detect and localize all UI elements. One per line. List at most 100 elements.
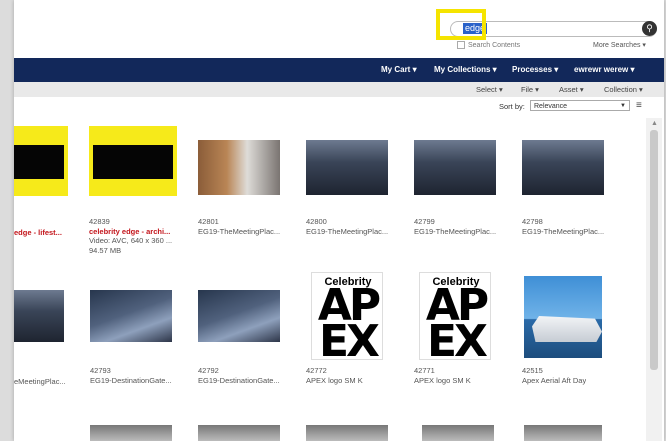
asset-id: 42772 <box>306 366 327 375</box>
asset-caption: 42772 APEX logo SM K <box>306 366 363 385</box>
search-within-option[interactable]: Search Contents <box>457 41 520 49</box>
search-highlight-box <box>436 9 486 40</box>
asset-thumbnail[interactable] <box>198 425 280 441</box>
asset-thumbnail[interactable] <box>198 290 280 342</box>
asset-thumbnail[interactable] <box>90 290 172 342</box>
scrollbar-thumb[interactable] <box>650 130 658 370</box>
asset-thumbnail[interactable] <box>524 276 602 358</box>
sort-select[interactable]: Relevance ▼ <box>530 100 630 111</box>
nav-user-menu[interactable]: ewrewr werew ▾ <box>574 65 635 74</box>
main-nav-bar: My Cart ▾ My Collections ▾ Processes ▾ e… <box>14 58 664 82</box>
sort-order-icon[interactable]: ≡ <box>636 101 642 111</box>
asset-title[interactable]: EG19-TheMeetingPlac... <box>414 227 496 237</box>
more-searches-link[interactable]: More Searches ▾ <box>593 41 646 49</box>
sort-row: Sort by: Relevance ▼ ≡ <box>14 97 664 117</box>
apex-logo-thumbnail[interactable]: Celebrity AP EX <box>420 273 490 360</box>
search-within-checkbox[interactable] <box>457 41 465 49</box>
asset-tile[interactable] <box>90 290 172 342</box>
asset-title[interactable]: EG19-TheMeetingPlac... <box>522 227 604 237</box>
asset-thumbnail[interactable] <box>306 140 388 195</box>
nav-my-collections[interactable]: My Collections ▾ <box>434 65 497 74</box>
sort-label: Sort by: <box>499 102 525 111</box>
asset-thumbnail[interactable] <box>306 425 388 441</box>
nav-my-collections-label: My Collections <box>434 65 491 74</box>
nav-my-cart[interactable]: My Cart ▾ <box>381 65 417 74</box>
asset-caption: 42800 EG19-TheMeetingPlac... <box>306 217 388 236</box>
asset-title[interactable]: EG19-DestinationGate... <box>90 376 172 386</box>
asset-caption: 42799 EG19-TheMeetingPlac... <box>414 217 496 236</box>
asset-thumbnail[interactable] <box>422 425 494 441</box>
asset-tile[interactable] <box>89 126 177 196</box>
asset-thumbnail[interactable] <box>89 126 177 196</box>
asset-caption: 42798 EG19-TheMeetingPlac... <box>522 217 604 236</box>
asset-tile[interactable] <box>198 290 280 342</box>
asset-tile[interactable] <box>14 290 64 342</box>
menu-asset-label: Asset <box>559 85 578 94</box>
asset-tile[interactable]: Celebrity AP EX <box>419 272 491 360</box>
asset-title[interactable]: Apex Aerial Aft Day <box>522 376 586 386</box>
asset-id: 42515 <box>522 366 543 375</box>
asset-detail: Video: AVC, 640 x 360 ... <box>89 236 173 245</box>
scroll-up-icon[interactable]: ▲ <box>651 120 658 127</box>
asset-title[interactable]: celebrity edge - archi... <box>89 227 172 237</box>
asset-thumbnail[interactable] <box>198 140 280 195</box>
asset-title[interactable]: edge - lifest... <box>14 228 62 237</box>
asset-title[interactable]: EG19-TheMeetingPlac... <box>306 227 388 237</box>
asset-caption: 42515 Apex Aerial Aft Day <box>522 366 586 385</box>
asset-id: 42771 <box>414 366 435 375</box>
asset-caption: 42771 APEX logo SM K <box>414 366 471 385</box>
menu-file[interactable]: File ▾ <box>521 85 539 94</box>
asset-tile[interactable] <box>14 126 68 196</box>
asset-tile[interactable] <box>414 140 496 195</box>
sort-value: Relevance <box>534 103 568 110</box>
apex-logo-line2: EX <box>427 316 488 360</box>
asset-caption: eMeetingPlac... <box>14 377 66 387</box>
asset-title[interactable]: EG19-TheMeetingPlac... <box>198 227 280 237</box>
asset-title[interactable]: EG19-DestinationGate... <box>198 376 280 386</box>
asset-id: 42798 <box>522 217 543 226</box>
asset-thumbnail[interactable] <box>14 290 64 342</box>
asset-id: 42800 <box>306 217 327 226</box>
asset-id: 42839 <box>89 217 110 226</box>
asset-thumbnail[interactable] <box>524 425 602 441</box>
action-toolbar: Select ▾ File ▾ Asset ▾ Collection ▾ <box>14 82 664 98</box>
menu-select-label: Select <box>476 85 497 94</box>
asset-caption: 42839 celebrity edge - archi... Video: A… <box>89 217 172 255</box>
asset-thumbnail[interactable] <box>90 425 172 441</box>
nav-processes-label: Processes <box>512 65 553 74</box>
asset-id: 42793 <box>90 366 111 375</box>
more-searches-label: More Searches <box>593 42 641 49</box>
asset-thumbnail[interactable] <box>522 140 604 195</box>
chevron-down-icon: ▼ <box>620 103 626 109</box>
apex-logo-thumbnail[interactable]: Celebrity AP EX <box>312 273 382 360</box>
asset-tile[interactable] <box>522 140 604 195</box>
asset-caption: edge - lifest... <box>14 228 62 238</box>
asset-tile[interactable]: Celebrity AP EX <box>311 272 383 360</box>
asset-title[interactable]: APEX logo SM K <box>414 376 471 386</box>
menu-collection[interactable]: Collection ▾ <box>604 85 643 94</box>
asset-thumbnail[interactable] <box>414 140 496 195</box>
menu-collection-label: Collection <box>604 85 637 94</box>
asset-caption: 42801 EG19-TheMeetingPlac... <box>198 217 280 236</box>
menu-select[interactable]: Select ▾ <box>476 85 503 94</box>
menu-file-label: File <box>521 85 534 94</box>
asset-tile[interactable] <box>306 140 388 195</box>
nav-processes[interactable]: Processes ▾ <box>512 65 558 74</box>
asset-caption: 42792 EG19-DestinationGate... <box>198 366 280 385</box>
asset-id: 42801 <box>198 217 219 226</box>
asset-caption: 42793 EG19-DestinationGate... <box>90 366 172 385</box>
asset-title[interactable]: APEX logo SM K <box>306 376 363 386</box>
header-area: edge ⚲ Search Contents More Searches ▾ <box>14 0 664 58</box>
apex-logo-line2: EX <box>319 316 380 360</box>
vertical-scrollbar[interactable]: ▲ <box>646 118 662 441</box>
asset-size: 94.57 MB <box>89 245 122 255</box>
menu-asset[interactable]: Asset ▾ <box>559 85 584 94</box>
asset-thumbnail[interactable] <box>14 126 68 196</box>
asset-title[interactable]: eMeetingPlac... <box>14 377 66 386</box>
search-icon[interactable]: ⚲ <box>642 21 657 36</box>
asset-tile[interactable] <box>198 140 280 195</box>
dam-window: edge ⚲ Search Contents More Searches ▾ M… <box>14 0 664 441</box>
asset-tile[interactable] <box>524 276 602 358</box>
search-within-label: Search Contents <box>468 41 521 49</box>
nav-user-label: ewrewr werew <box>574 65 629 74</box>
